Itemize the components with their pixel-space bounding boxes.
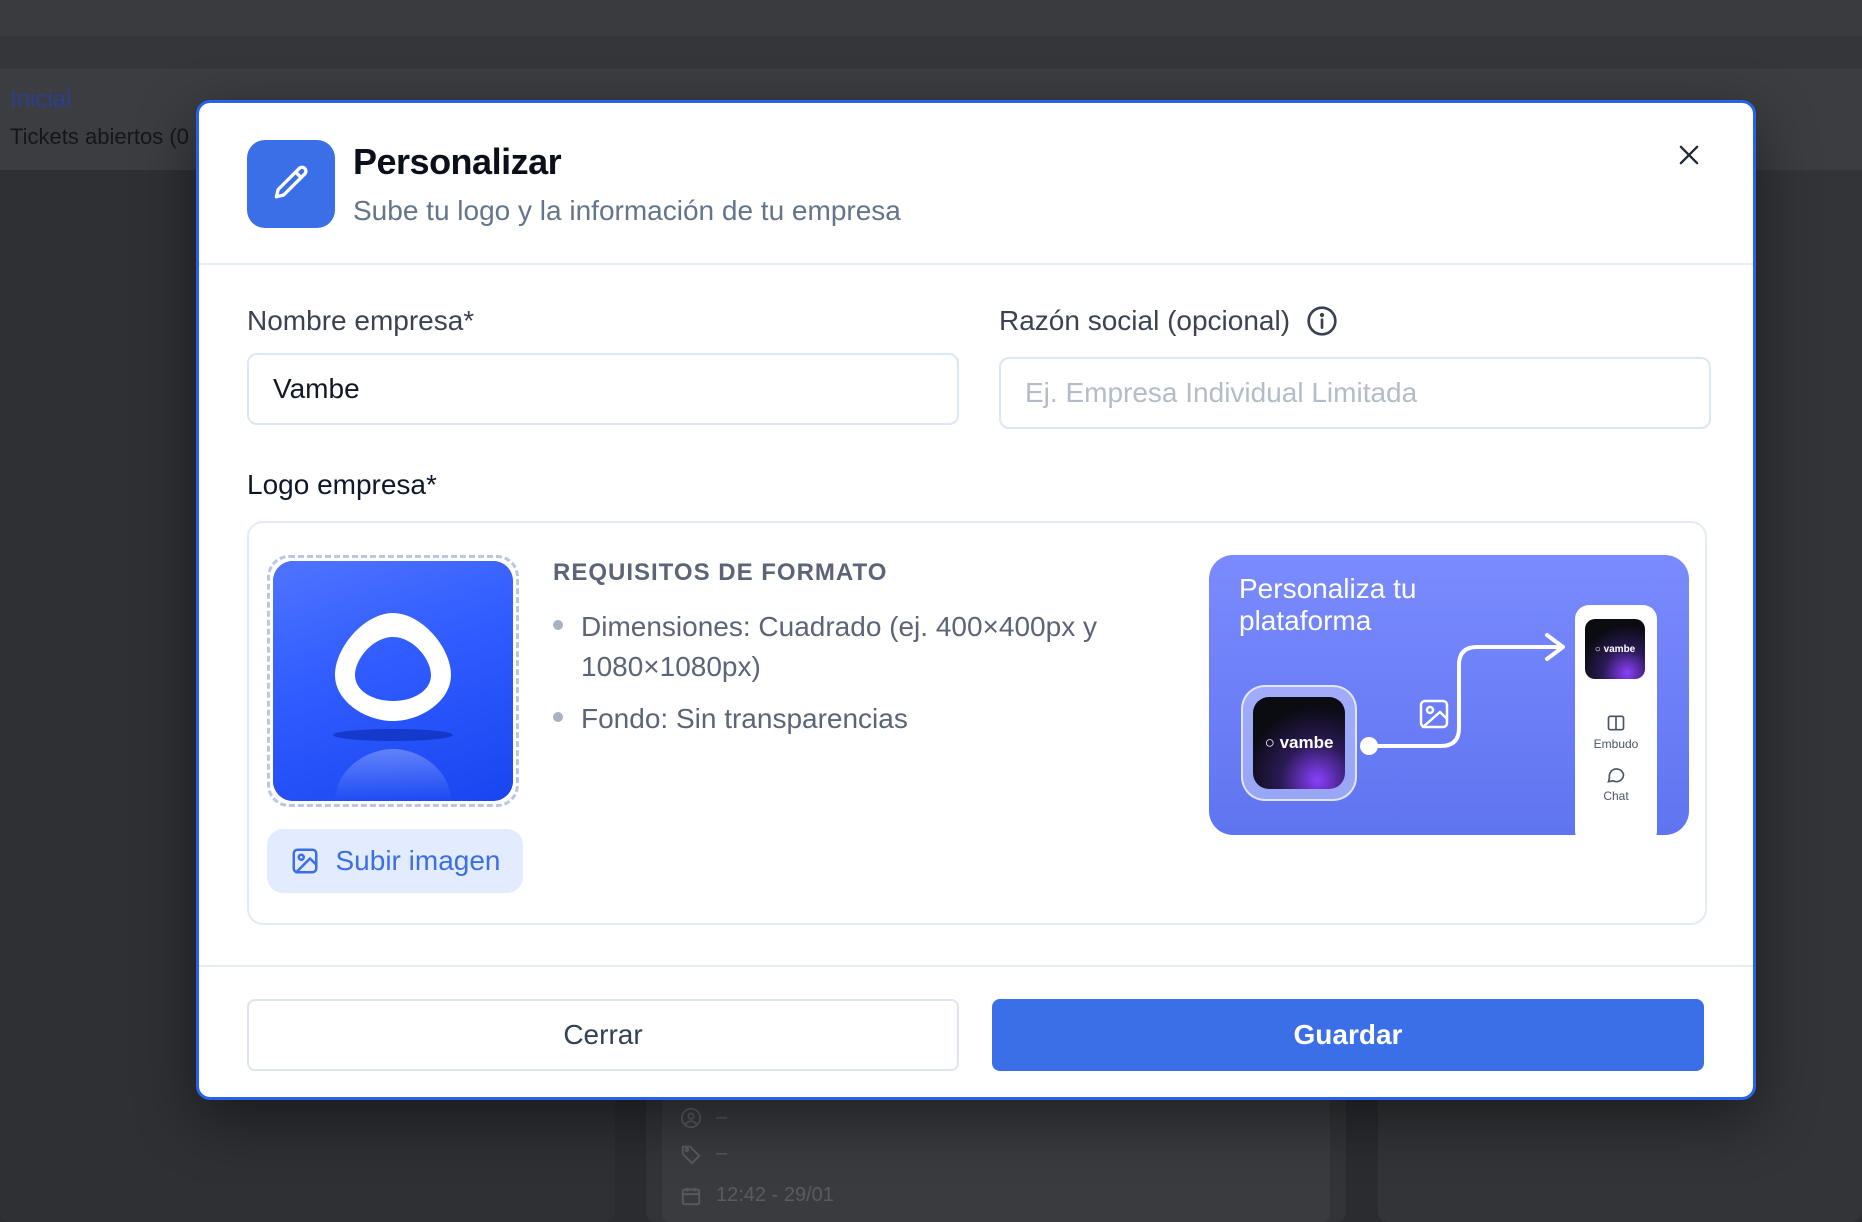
modal-header: Personalizar Sube tu logo y la informaci… bbox=[199, 103, 1753, 265]
close-button[interactable] bbox=[1669, 135, 1709, 175]
image-icon bbox=[292, 848, 317, 874]
app-topbar bbox=[0, 0, 1862, 36]
promo-app-name: ○ vambe bbox=[1253, 697, 1345, 789]
calendar-icon bbox=[681, 1187, 701, 1205]
upload-image-label: Subir imagen bbox=[335, 845, 501, 876]
card-assignee: – bbox=[680, 1106, 727, 1129]
company-name-label: Nombre empresa* bbox=[247, 305, 475, 336]
card-tags-value: – bbox=[716, 1142, 728, 1164]
company-name-input[interactable] bbox=[247, 353, 959, 425]
legal-name-input[interactable] bbox=[999, 357, 1711, 429]
personalize-modal: Personalizar Sube tu logo y la informaci… bbox=[196, 100, 1756, 1100]
legal-name-label: Razón social (opcional) bbox=[999, 305, 1291, 336]
promo-card: Personaliza tu plataforma ○ vambe ○ vamb… bbox=[1209, 555, 1689, 835]
info-icon[interactable] bbox=[1306, 305, 1338, 337]
promo-app-icon: ○ vambe bbox=[1241, 685, 1357, 801]
tickets-count-label: Tickets abiertos (0 bbox=[10, 124, 189, 149]
promo-image-icon bbox=[1419, 699, 1449, 729]
promo-mini-logo: ○ vambe bbox=[1585, 619, 1645, 679]
app-subbar bbox=[0, 36, 1862, 70]
header-icon-tile bbox=[247, 140, 335, 228]
card-date: 12:42 - 29/01 bbox=[680, 1184, 834, 1207]
card-assignee-value: – bbox=[716, 1106, 728, 1128]
promo-nav-chat: Chat bbox=[1575, 765, 1657, 803]
user-circle-icon bbox=[680, 1107, 702, 1128]
columns-icon bbox=[1607, 715, 1625, 731]
tag-icon bbox=[681, 1145, 701, 1164]
cancel-button[interactable]: Cerrar bbox=[247, 999, 959, 1071]
upload-image-button[interactable]: Subir imagen bbox=[267, 829, 523, 893]
modal-title: Personalizar bbox=[353, 141, 562, 182]
close-icon bbox=[1679, 145, 1699, 165]
nav-inicial[interactable]: Inicial bbox=[10, 86, 71, 114]
footer-divider bbox=[199, 965, 1753, 967]
requirement-item: Fondo: Sin transparencias bbox=[553, 699, 1173, 739]
logo-image bbox=[273, 561, 513, 801]
requirements-title: REQUISITOS DE FORMATO bbox=[553, 559, 888, 586]
card-tags: – bbox=[680, 1142, 727, 1165]
promo-nav-embudo: Embudo bbox=[1575, 713, 1657, 751]
requirements-list: Dimensiones: Cuadrado (ej. 400×400px y 1… bbox=[553, 607, 1173, 751]
chat-bubble-icon bbox=[1607, 768, 1625, 783]
legal-name-label-row: Razón social (opcional) bbox=[999, 305, 1338, 337]
modal-subtitle: Sube tu logo y la información de tu empr… bbox=[353, 195, 901, 226]
vambe-logo-icon bbox=[333, 613, 453, 801]
requirement-item: Dimensiones: Cuadrado (ej. 400×400px y 1… bbox=[553, 607, 1173, 687]
save-button[interactable]: Guardar bbox=[992, 999, 1704, 1071]
logo-preview[interactable] bbox=[267, 555, 519, 807]
pencil-icon bbox=[274, 165, 308, 199]
logo-panel: Subir imagen REQUISITOS DE FORMATO Dimen… bbox=[247, 521, 1707, 925]
card-date-value: 12:42 - 29/01 bbox=[716, 1184, 834, 1206]
logo-label: Logo empresa* bbox=[247, 469, 437, 500]
promo-sidebar: ○ vambe Embudo Chat bbox=[1575, 605, 1657, 835]
